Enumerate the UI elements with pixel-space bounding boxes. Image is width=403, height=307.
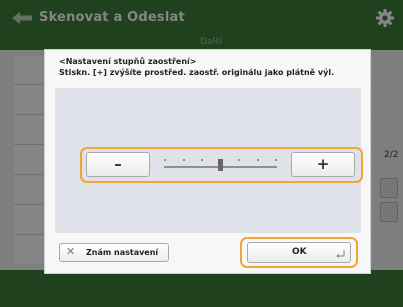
sharpness-slider-group: – +	[80, 147, 363, 183]
slider-tick	[256, 159, 259, 161]
close-x-icon: ✕	[66, 245, 76, 258]
slider-tick	[182, 159, 185, 161]
reset-settings-button[interactable]: ✕ Znám nastavení	[59, 243, 169, 262]
dialog-heading: <Nastavení stupňů zaostření>	[59, 57, 197, 66]
slider-tick	[238, 159, 240, 161]
slider-thumb[interactable]	[218, 159, 223, 171]
dialog-description: Stiskn. [+] zvýšíte prostřed. zaostř. or…	[59, 68, 335, 77]
ok-button-label: OK	[292, 247, 307, 257]
increase-button[interactable]: +	[291, 152, 355, 177]
adjustment-panel: – +	[55, 88, 363, 233]
ok-button-focus: OK	[240, 237, 358, 268]
slider-tick	[275, 159, 277, 161]
enter-icon	[336, 250, 345, 258]
slider-tick	[164, 159, 166, 161]
ok-button[interactable]: OK	[247, 242, 351, 263]
decrease-button[interactable]: –	[86, 152, 150, 177]
sharpness-dialog: <Nastavení stupňů zaostření> Stiskn. [+]…	[44, 49, 371, 274]
slider-tick	[201, 159, 203, 161]
reset-settings-label: Znám nastavení	[86, 248, 159, 257]
